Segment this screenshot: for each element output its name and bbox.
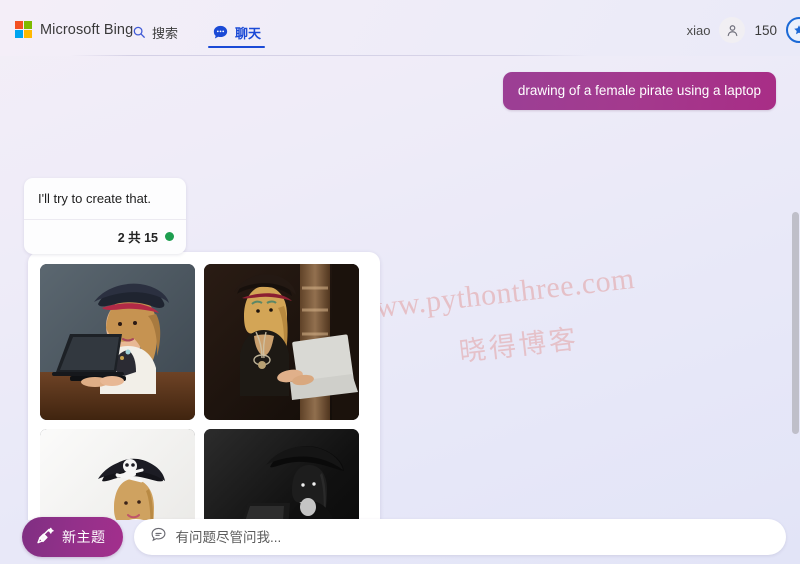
new-topic-button[interactable]: 新主题 (22, 517, 123, 557)
image-result-4[interactable] (204, 429, 359, 520)
app-header: Microsoft Bing 搜索 聊天 xiao 150 (0, 0, 800, 60)
bot-message-footer: 2 共 15 (24, 218, 186, 254)
tab-chat-label: 聊天 (235, 25, 262, 41)
turn-counter: 2 共 15 (117, 230, 158, 245)
watermark-url: www.pythonthree.com (352, 262, 637, 327)
brand-label: Microsoft Bing (40, 21, 134, 38)
chat-scroll-area: drawing of a female pirate using a lapto… (0, 56, 800, 520)
scrollbar-thumb[interactable] (792, 212, 799, 434)
microsoft-squares-icon (15, 21, 32, 38)
image-results-card (28, 252, 380, 520)
new-topic-label: 新主题 (62, 529, 106, 545)
nav-tabs: 搜索 聊天 (128, 12, 266, 48)
bot-message-text: I'll try to create that. (38, 191, 152, 206)
image-result-1[interactable] (40, 264, 195, 420)
pirate-image-2 (204, 264, 359, 420)
avatar[interactable] (719, 17, 746, 43)
status-dot-icon (165, 231, 174, 241)
pirate-image-3 (40, 429, 195, 520)
tab-active-indicator (208, 45, 266, 48)
bot-message-bubble: I'll try to create that. 2 共 15 (24, 178, 186, 254)
watermark-overlay: www.pythonthree.com 晓得博客 (352, 262, 643, 380)
image-results-grid (40, 264, 368, 520)
person-icon (727, 24, 738, 36)
user-message-bubble: drawing of a female pirate using a lapto… (502, 72, 776, 110)
tab-search[interactable]: 搜索 (128, 12, 182, 48)
tab-chat[interactable]: 聊天 (208, 12, 266, 48)
header-account-area: xiao 150 (687, 17, 800, 43)
rewards-points: 150 (754, 22, 777, 38)
user-name-label: xiao (686, 22, 711, 38)
watermark-site-name: 晓得博客 (457, 323, 581, 368)
rewards-badge-icon[interactable] (786, 17, 800, 43)
image-result-3[interactable] (40, 429, 195, 520)
tab-search-label: 搜索 (152, 25, 179, 41)
chat-dots-icon (150, 526, 167, 548)
message-composer[interactable] (133, 519, 786, 555)
image-result-2[interactable] (204, 264, 359, 420)
broom-icon (36, 526, 55, 548)
chat-input[interactable] (175, 529, 770, 545)
pirate-image-1 (40, 264, 195, 420)
brand-logo[interactable]: Microsoft Bing (15, 21, 133, 38)
scrollbar-track[interactable] (791, 60, 800, 520)
chat-bubble-icon (212, 24, 229, 41)
header-divider (70, 55, 590, 56)
pirate-image-4 (204, 429, 359, 520)
user-message-row: drawing of a female pirate using a lapto… (502, 72, 776, 110)
composer-bar: 新主题 (0, 517, 800, 564)
search-icon (132, 25, 146, 39)
